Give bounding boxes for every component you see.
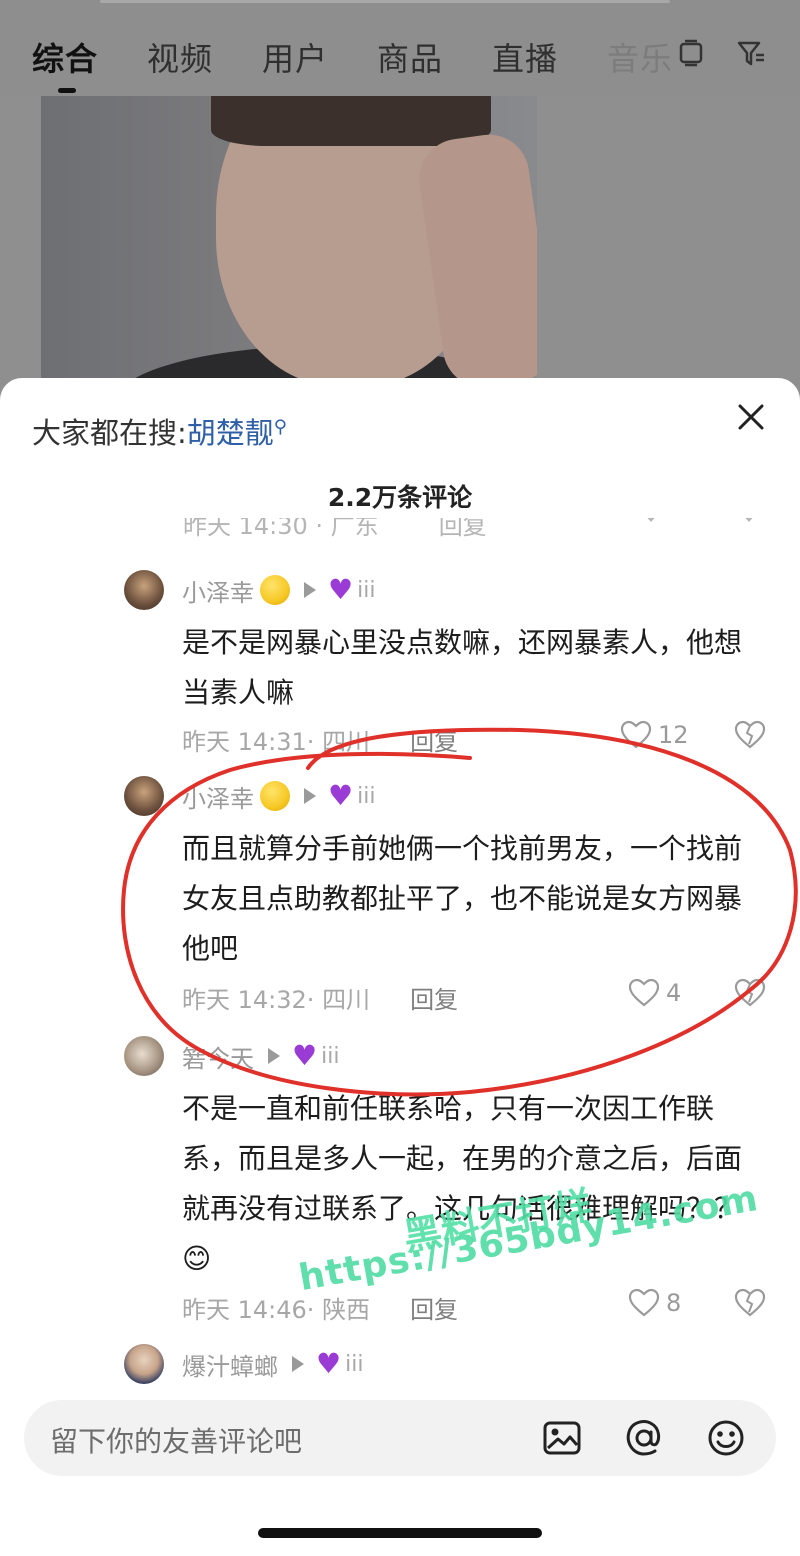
- search-results-header: 综合 视频 用户 商品 直播 音乐: [0, 0, 800, 96]
- avatar[interactable]: [124, 776, 164, 816]
- trending-search-keyword[interactable]: 胡楚靓: [187, 416, 274, 450]
- heart-icon: [628, 978, 660, 1007]
- level-badge: iii: [321, 1043, 340, 1069]
- avatar[interactable]: [124, 1036, 164, 1076]
- broken-heart-icon[interactable]: [734, 720, 766, 750]
- like-count: 8: [666, 1289, 682, 1317]
- comment-time: 昨天 14:31: [182, 728, 307, 756]
- broken-heart-icon[interactable]: [734, 518, 764, 532]
- trending-search-hint[interactable]: 大家都在搜:胡楚靓⚲: [32, 410, 287, 452]
- reply-button[interactable]: 回复: [410, 728, 458, 756]
- broken-heart-icon[interactable]: [734, 978, 766, 1008]
- purple-heart-icon: ♥: [328, 779, 354, 812]
- purple-heart-icon: ♥: [292, 1039, 318, 1072]
- at-icon[interactable]: [624, 1418, 664, 1458]
- search-icon: ⚲: [273, 416, 287, 438]
- clipped-meta-time: 昨天 14:30 · 广东: [183, 518, 379, 540]
- tab-music[interactable]: 音乐: [607, 34, 677, 80]
- play-arrow-icon: [304, 788, 316, 804]
- search-tabs: 综合 视频 用户 商品 直播 音乐: [32, 34, 677, 80]
- image-icon[interactable]: [542, 1418, 582, 1458]
- comment-input[interactable]: 留下你的友善评论吧: [24, 1400, 776, 1476]
- like-button[interactable]: 8: [628, 1288, 681, 1318]
- heart-icon: [620, 720, 652, 749]
- like-button[interactable]: 4: [628, 978, 681, 1008]
- comment-input-placeholder: 留下你的友善评论吧: [50, 1425, 303, 1458]
- level-badge: iii: [345, 1351, 364, 1377]
- comment-location: 四川: [322, 986, 371, 1014]
- play-arrow-icon: [292, 1356, 304, 1372]
- comment-username[interactable]: 箬今天: [182, 1039, 254, 1074]
- purple-heart-icon: ♥: [316, 1347, 342, 1380]
- comment-user-row: 小泽幸 ♥ iii: [182, 776, 375, 816]
- comment-meta: 昨天 14:32· 四川 回复: [182, 986, 459, 1014]
- video-thumbnail[interactable]: [41, 96, 537, 380]
- comment-location: 四川: [322, 728, 371, 756]
- active-tab-indicator: [58, 88, 76, 93]
- broken-heart-icon[interactable]: [734, 1288, 766, 1318]
- comment-user-row: 箬今天 ♥ iii: [182, 1036, 339, 1076]
- tab-goods[interactable]: 商品: [377, 34, 492, 80]
- reply-button[interactable]: 回复: [410, 986, 458, 1014]
- play-arrow-icon: [304, 582, 316, 598]
- comment-username[interactable]: 爆汁蟑螂: [182, 1347, 278, 1382]
- purple-heart-icon: ♥: [328, 573, 354, 606]
- tab-live[interactable]: 直播: [492, 34, 607, 80]
- comment-time: 昨天 14:32: [182, 986, 307, 1014]
- level-badge: iii: [357, 577, 376, 603]
- avatar[interactable]: [124, 1344, 164, 1384]
- comment-location: 陕西: [322, 1296, 371, 1324]
- comment-text: 是不是网暴心里没点数嘛，还网暴素人，他想当素人嘛: [182, 626, 743, 709]
- tab-comprehensive[interactable]: 综合: [32, 34, 147, 80]
- comment-sheet: 大家都在搜:胡楚靓⚲ 2.2万条评论 昨天 14:30 · 广东 回复 小泽幸 ♥…: [0, 378, 800, 1556]
- level-badge: iii: [357, 783, 376, 809]
- comment-meta: 昨天 14:31· 四川 回复: [182, 728, 459, 756]
- like-count: 12: [658, 721, 689, 749]
- thumbnail-hair: [211, 96, 491, 146]
- tab-video[interactable]: 视频: [147, 34, 262, 80]
- clipped-comment-meta: 昨天 14:30 · 广东 回复: [183, 518, 487, 541]
- smile-emoji: 😊: [182, 1242, 212, 1275]
- comment-username[interactable]: 小泽幸: [182, 573, 254, 608]
- search-bar-edge: [100, 0, 670, 3]
- comment-user-row: 小泽幸 ♥ iii: [182, 570, 375, 610]
- comment-username[interactable]: 小泽幸: [182, 779, 254, 814]
- clipped-reply-button[interactable]: 回复: [439, 518, 487, 540]
- play-arrow-icon: [268, 1048, 280, 1064]
- comment-text: 而且就算分手前她俩一个找前男友，一个找前女友且点助教都扯平了，也不能说是女方网暴…: [182, 832, 743, 965]
- like-button[interactable]: 12: [620, 720, 689, 750]
- comment-time: 昨天 14:46: [182, 1296, 307, 1324]
- comment-user-row: 爆汁蟑螂 ♥ iii: [182, 1344, 363, 1384]
- home-indicator[interactable]: [258, 1528, 542, 1538]
- reply-button[interactable]: 回复: [410, 1296, 458, 1324]
- heart-icon: [628, 1288, 660, 1317]
- like-count: 4: [666, 979, 682, 1007]
- tab-user[interactable]: 用户: [262, 34, 377, 80]
- subtitle-icon[interactable]: [676, 38, 706, 68]
- emoji-icon[interactable]: [706, 1418, 746, 1458]
- comment-count: 2.2万条评论: [327, 483, 473, 512]
- coin-badge-icon: [260, 575, 290, 605]
- close-icon[interactable]: [734, 400, 768, 434]
- avatar[interactable]: [124, 570, 164, 610]
- heart-icon[interactable]: [636, 518, 666, 532]
- filter-icon[interactable]: [736, 38, 766, 68]
- trending-search-prefix: 大家都在搜:: [32, 416, 187, 450]
- coin-badge-icon: [260, 781, 290, 811]
